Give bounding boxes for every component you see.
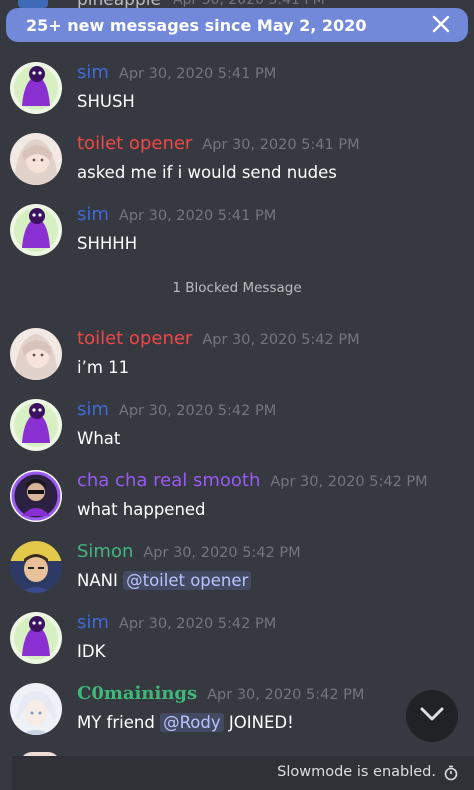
message-text: MY friend @Rody JOINED! — [77, 713, 294, 732]
avatar — [18, 0, 48, 8]
author-name[interactable]: toilet opener — [77, 328, 192, 349]
message-text-part: NANI — [77, 571, 118, 590]
author-name[interactable]: sim — [77, 62, 109, 83]
avatar[interactable] — [10, 328, 62, 380]
avatar[interactable] — [10, 62, 62, 114]
message[interactable]: sim Apr 30, 2020 5:41 PM SHUSH — [0, 62, 474, 128]
author-name[interactable]: sim — [77, 399, 109, 420]
author-name[interactable]: sim — [77, 612, 109, 633]
message-text-part: JOINED! — [228, 713, 294, 732]
user-mention[interactable]: @Rody — [160, 713, 224, 732]
avatar[interactable] — [10, 133, 62, 185]
message[interactable]: toilet opener Apr 30, 2020 5:42 PM i’m 11 — [0, 328, 474, 394]
timestamp: Apr 30, 2020 5:42 PM — [202, 332, 360, 348]
author-name[interactable]: Simon — [77, 541, 133, 562]
author-name[interactable]: C0mainings — [77, 683, 197, 704]
timestamp: Apr 30, 2020 5:41 PM — [173, 0, 325, 8]
message-text: NANI @toilet opener — [77, 571, 252, 590]
message-text: SHHHH — [77, 234, 138, 253]
avatar[interactable] — [10, 683, 62, 735]
author-name[interactable]: cha cha real smooth — [77, 470, 260, 491]
message[interactable]: sim Apr 30, 2020 5:42 PM IDK — [0, 612, 474, 678]
message[interactable]: Simon Apr 30, 2020 5:42 PM NANI @toilet o… — [0, 541, 474, 607]
message[interactable]: sim Apr 30, 2020 5:41 PM SHHHH — [0, 204, 474, 270]
close-icon[interactable] — [432, 15, 450, 33]
message-text: SHUSH — [77, 92, 135, 111]
timestamp: Apr 30, 2020 5:41 PM — [118, 208, 277, 224]
timestamp: Apr 30, 2020 5:42 PM — [118, 616, 277, 632]
message-text: i’m 11 — [77, 358, 130, 377]
timestamp: Apr 30, 2020 5:42 PM — [270, 474, 428, 490]
new-messages-banner[interactable]: 25+ new messages since May 2, 2020 — [6, 8, 468, 42]
avatar[interactable] — [10, 470, 62, 522]
author-name[interactable]: sim — [77, 204, 109, 225]
timestamp: Apr 30, 2020 5:42 PM — [118, 403, 277, 419]
message-text: IDK — [77, 642, 106, 661]
message-text-part: MY friend — [77, 713, 155, 732]
avatar[interactable] — [10, 541, 62, 593]
timestamp: Apr 30, 2020 5:41 PM — [118, 66, 277, 82]
slowmode-label: Slowmode is enabled. — [277, 764, 436, 780]
timer-icon — [444, 765, 458, 785]
avatar[interactable] — [10, 612, 62, 664]
author-name[interactable]: toilet opener — [77, 133, 192, 154]
timestamp: Apr 30, 2020 5:41 PM — [202, 137, 360, 153]
avatar[interactable] — [10, 399, 62, 451]
message[interactable]: sim Apr 30, 2020 5:42 PM What — [0, 399, 474, 465]
message[interactable]: cha cha real smooth Apr 30, 2020 5:42 PM … — [0, 470, 474, 536]
slowmode-bar: Slowmode is enabled. — [12, 756, 474, 790]
message[interactable]: C0mainings Apr 30, 2020 5:42 PM MY friend… — [0, 683, 474, 749]
avatar[interactable] — [10, 204, 62, 256]
message-text: what happened — [77, 500, 206, 519]
message-text: What — [77, 429, 121, 448]
new-messages-label: 25+ new messages since May 2, 2020 — [26, 15, 367, 35]
message[interactable]: toilet opener Apr 30, 2020 5:41 PM asked … — [0, 133, 474, 199]
blocked-message-notice[interactable]: 1 Blocked Message — [0, 280, 474, 296]
timestamp: Apr 30, 2020 5:42 PM — [207, 687, 365, 703]
message-text: asked me if i would send nudes — [77, 163, 337, 182]
chevron-down-icon — [419, 706, 445, 726]
scroll-to-bottom-button[interactable] — [406, 690, 458, 742]
timestamp: Apr 30, 2020 5:42 PM — [143, 545, 301, 561]
user-mention[interactable]: @toilet opener — [123, 571, 252, 590]
